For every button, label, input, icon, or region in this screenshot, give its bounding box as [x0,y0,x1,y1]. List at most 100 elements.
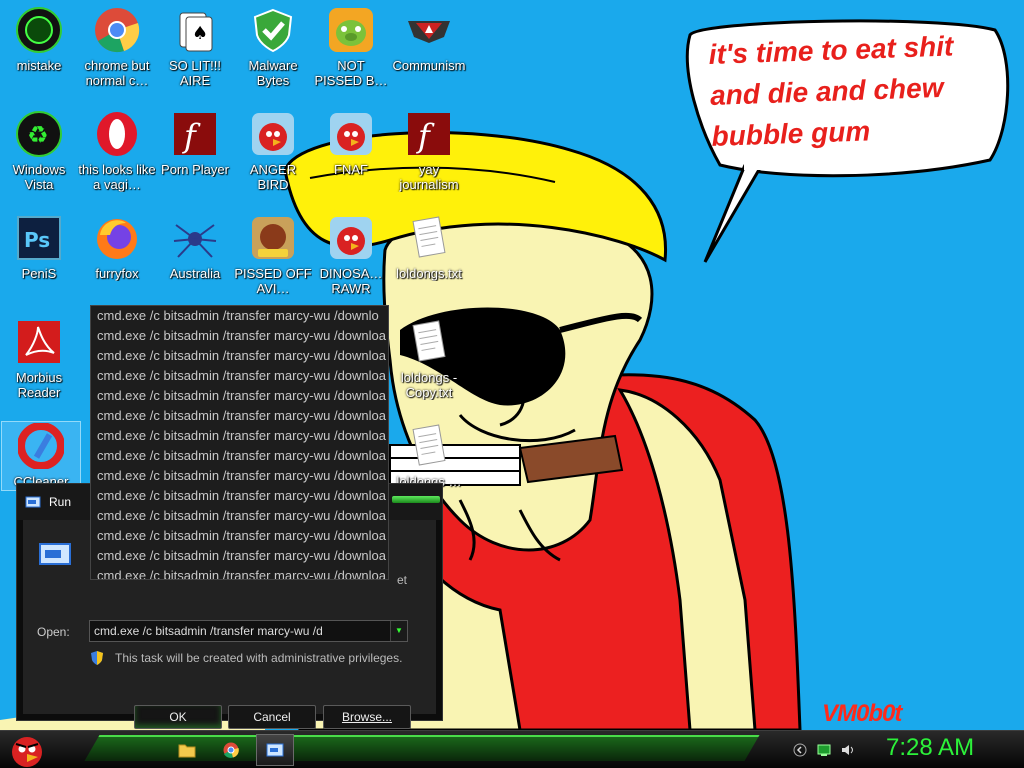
browse-button[interactable]: Browse... [323,705,411,729]
autocomplete-list[interactable]: cmd.exe /c bitsadmin /transfer marcy-wu … [90,305,389,580]
taskbar-run[interactable] [256,734,294,766]
desktop-icon-loldongs-copy[interactable]: loldongs - Copy.txt [390,318,468,400]
green-pig-icon [327,6,375,54]
close-button[interactable] [392,496,440,503]
volume-icon [842,745,853,755]
desktop-icon-fnaf[interactable]: FNAF [312,110,390,177]
taskbar [0,730,1024,768]
desktop-icon-loldongs[interactable]: loldongs.txt [390,214,468,281]
run-icon [25,496,41,508]
desktop-icon-chrome[interactable]: chrome but normal c… [78,6,156,88]
back-arrow-icon [793,743,807,757]
taskbar-chrome[interactable] [212,734,250,766]
text-file-icon [405,318,453,366]
wallpaper-watermark: VM0b0t [822,700,902,727]
autocomplete-item[interactable]: cmd.exe /c bitsadmin /transfer marcy-wu … [91,366,388,386]
autocomplete-item[interactable]: cmd.exe /c bitsadmin /transfer marcy-wu … [91,546,388,566]
desktop-icon-penis[interactable]: Ps PeniS [0,214,78,281]
run-description: et [397,573,408,587]
desktop-icon-label: PISSED OFF AVI… [234,266,312,296]
text-file-icon [405,422,453,470]
desktop-icon-furryfox[interactable]: furryfox [78,214,156,281]
autocomplete-item[interactable]: cmd.exe /c bitsadmin /transfer marcy-wu … [91,566,388,579]
angry-bird-icon [249,110,297,158]
desktop[interactable]: it's time to eat shit and die and chew b… [0,0,1024,730]
desktop-icon-label: Malware Bytes [248,58,298,88]
chrome-icon [93,6,141,54]
desktop-icon-label: SO LIT!!! AIRE [168,58,221,88]
desktop-icon-label: Porn Player [161,162,229,177]
desktop-icon-ccleaner[interactable]: CCleaner [1,421,81,491]
network-icon [817,744,831,756]
desktop-icon-label: Morbius Reader [15,370,63,400]
shield-check-icon [249,6,297,54]
flash-icon: f [405,110,453,158]
acrobat-icon [15,318,63,366]
run-icon [39,543,71,565]
chrome-icon [223,742,239,758]
autocomplete-item[interactable]: cmd.exe /c bitsadmin /transfer marcy-wu … [91,306,388,326]
uac-shield-icon [91,651,103,665]
open-label: Open: [37,625,70,639]
desktop-icon-anger-bird[interactable]: ANGER BIRD [234,110,312,192]
desktop-icon-morbius-reader[interactable]: Morbius Reader [0,318,78,400]
chevron-down-icon[interactable]: ▼ [390,621,407,641]
desktop-icon-label: NOT PISSED B… [314,58,388,88]
communism-logo-icon [405,6,453,54]
recycle-orb-icon: ♻ [15,110,63,158]
green-orb-icon [15,6,63,54]
tray-network[interactable] [816,742,832,758]
text-file-icon [405,214,453,262]
autocomplete-item[interactable]: cmd.exe /c bitsadmin /transfer marcy-wu … [91,406,388,426]
desktop-icon-porn-player[interactable]: f Porn Player [156,110,234,177]
desktop-icon-solitaire[interactable]: ♠ SO LIT!!! AIRE [156,6,234,88]
taskbar-file-explorer[interactable] [168,734,206,766]
desktop-icon-dinosaur[interactable]: DINOSA… RAWR [312,214,390,296]
autocomplete-item[interactable]: cmd.exe /c bitsadmin /transfer marcy-wu … [91,426,388,446]
desktop-icon-opera[interactable]: this looks like a vagi… [78,110,156,192]
desktop-icon-label: Windows Vista [12,162,66,192]
open-input-text[interactable]: cmd.exe /c bitsadmin /transfer marcy-wu … [94,624,323,638]
autocomplete-item[interactable]: cmd.exe /c bitsadmin /transfer marcy-wu … [91,526,388,546]
open-combobox[interactable]: cmd.exe /c bitsadmin /transfer marcy-wu … [89,620,408,642]
admin-note: This task will be created with administr… [89,650,402,666]
svg-text:Ps: Ps [24,228,50,252]
desktop-icon-communism[interactable]: Communism [390,6,468,73]
autocomplete-item[interactable]: cmd.exe /c bitsadmin /transfer marcy-wu … [91,446,388,466]
desktop-icon-not-pissed[interactable]: NOT PISSED B… [312,6,390,88]
ccleaner-icon [17,422,65,470]
autocomplete-item[interactable]: cmd.exe /c bitsadmin /transfer marcy-wu … [91,486,388,506]
angry-bird-icon [327,110,375,158]
firefox-icon [93,214,141,262]
ok-button[interactable]: OK [134,705,222,729]
angry-bird-icon [12,737,42,767]
desktop-icon-label: FNAF [334,162,368,177]
svg-text:♠: ♠ [192,23,208,44]
desktop-icon-mistake[interactable]: mistake [0,6,78,73]
taskbar-clock[interactable]: 7:28 AM [886,734,974,762]
desktop-icon-yay-journalism[interactable]: f yay journalism [390,110,468,192]
cancel-button[interactable]: Cancel [228,705,316,729]
autocomplete-item[interactable]: cmd.exe /c bitsadmin /transfer marcy-wu … [91,326,388,346]
run-title: Run [49,495,72,509]
start-button[interactable] [6,731,48,768]
desktop-icon-label: chrome but normal c… [84,58,150,88]
browse-button-label: Browse... [341,710,392,724]
autocomplete-item[interactable]: cmd.exe /c bitsadmin /transfer marcy-wu … [91,506,388,526]
desktop-icon-malwarebytes[interactable]: Malware Bytes [234,6,312,88]
speech-bubble-text: it's time to eat shit and die and chew b… [708,30,954,152]
tray-back-arrow[interactable] [792,742,808,758]
desktop-icon-windows-vista[interactable]: ♻ Windows Vista [0,110,78,192]
seasons-bird-icon [249,214,297,262]
photoshop-icon: Ps [15,214,63,262]
autocomplete-item[interactable]: cmd.exe /c bitsadmin /transfer marcy-wu … [91,466,388,486]
tray-volume[interactable] [840,742,856,758]
desktop-icon-australia[interactable]: Australia [156,214,234,281]
desktop-icon-label: this looks like a vagi… [78,162,156,192]
autocomplete-item[interactable]: cmd.exe /c bitsadmin /transfer marcy-wu … [91,386,388,406]
desktop-icon-pissed-off[interactable]: PISSED OFF AVI… [234,214,312,296]
desktop-icon-label: ANGER BIRD [249,162,297,192]
desktop-icon-label: Communism [392,58,466,73]
autocomplete-item[interactable]: cmd.exe /c bitsadmin /transfer marcy-wu … [91,346,388,366]
desktop-icon-label: mistake [16,58,62,73]
